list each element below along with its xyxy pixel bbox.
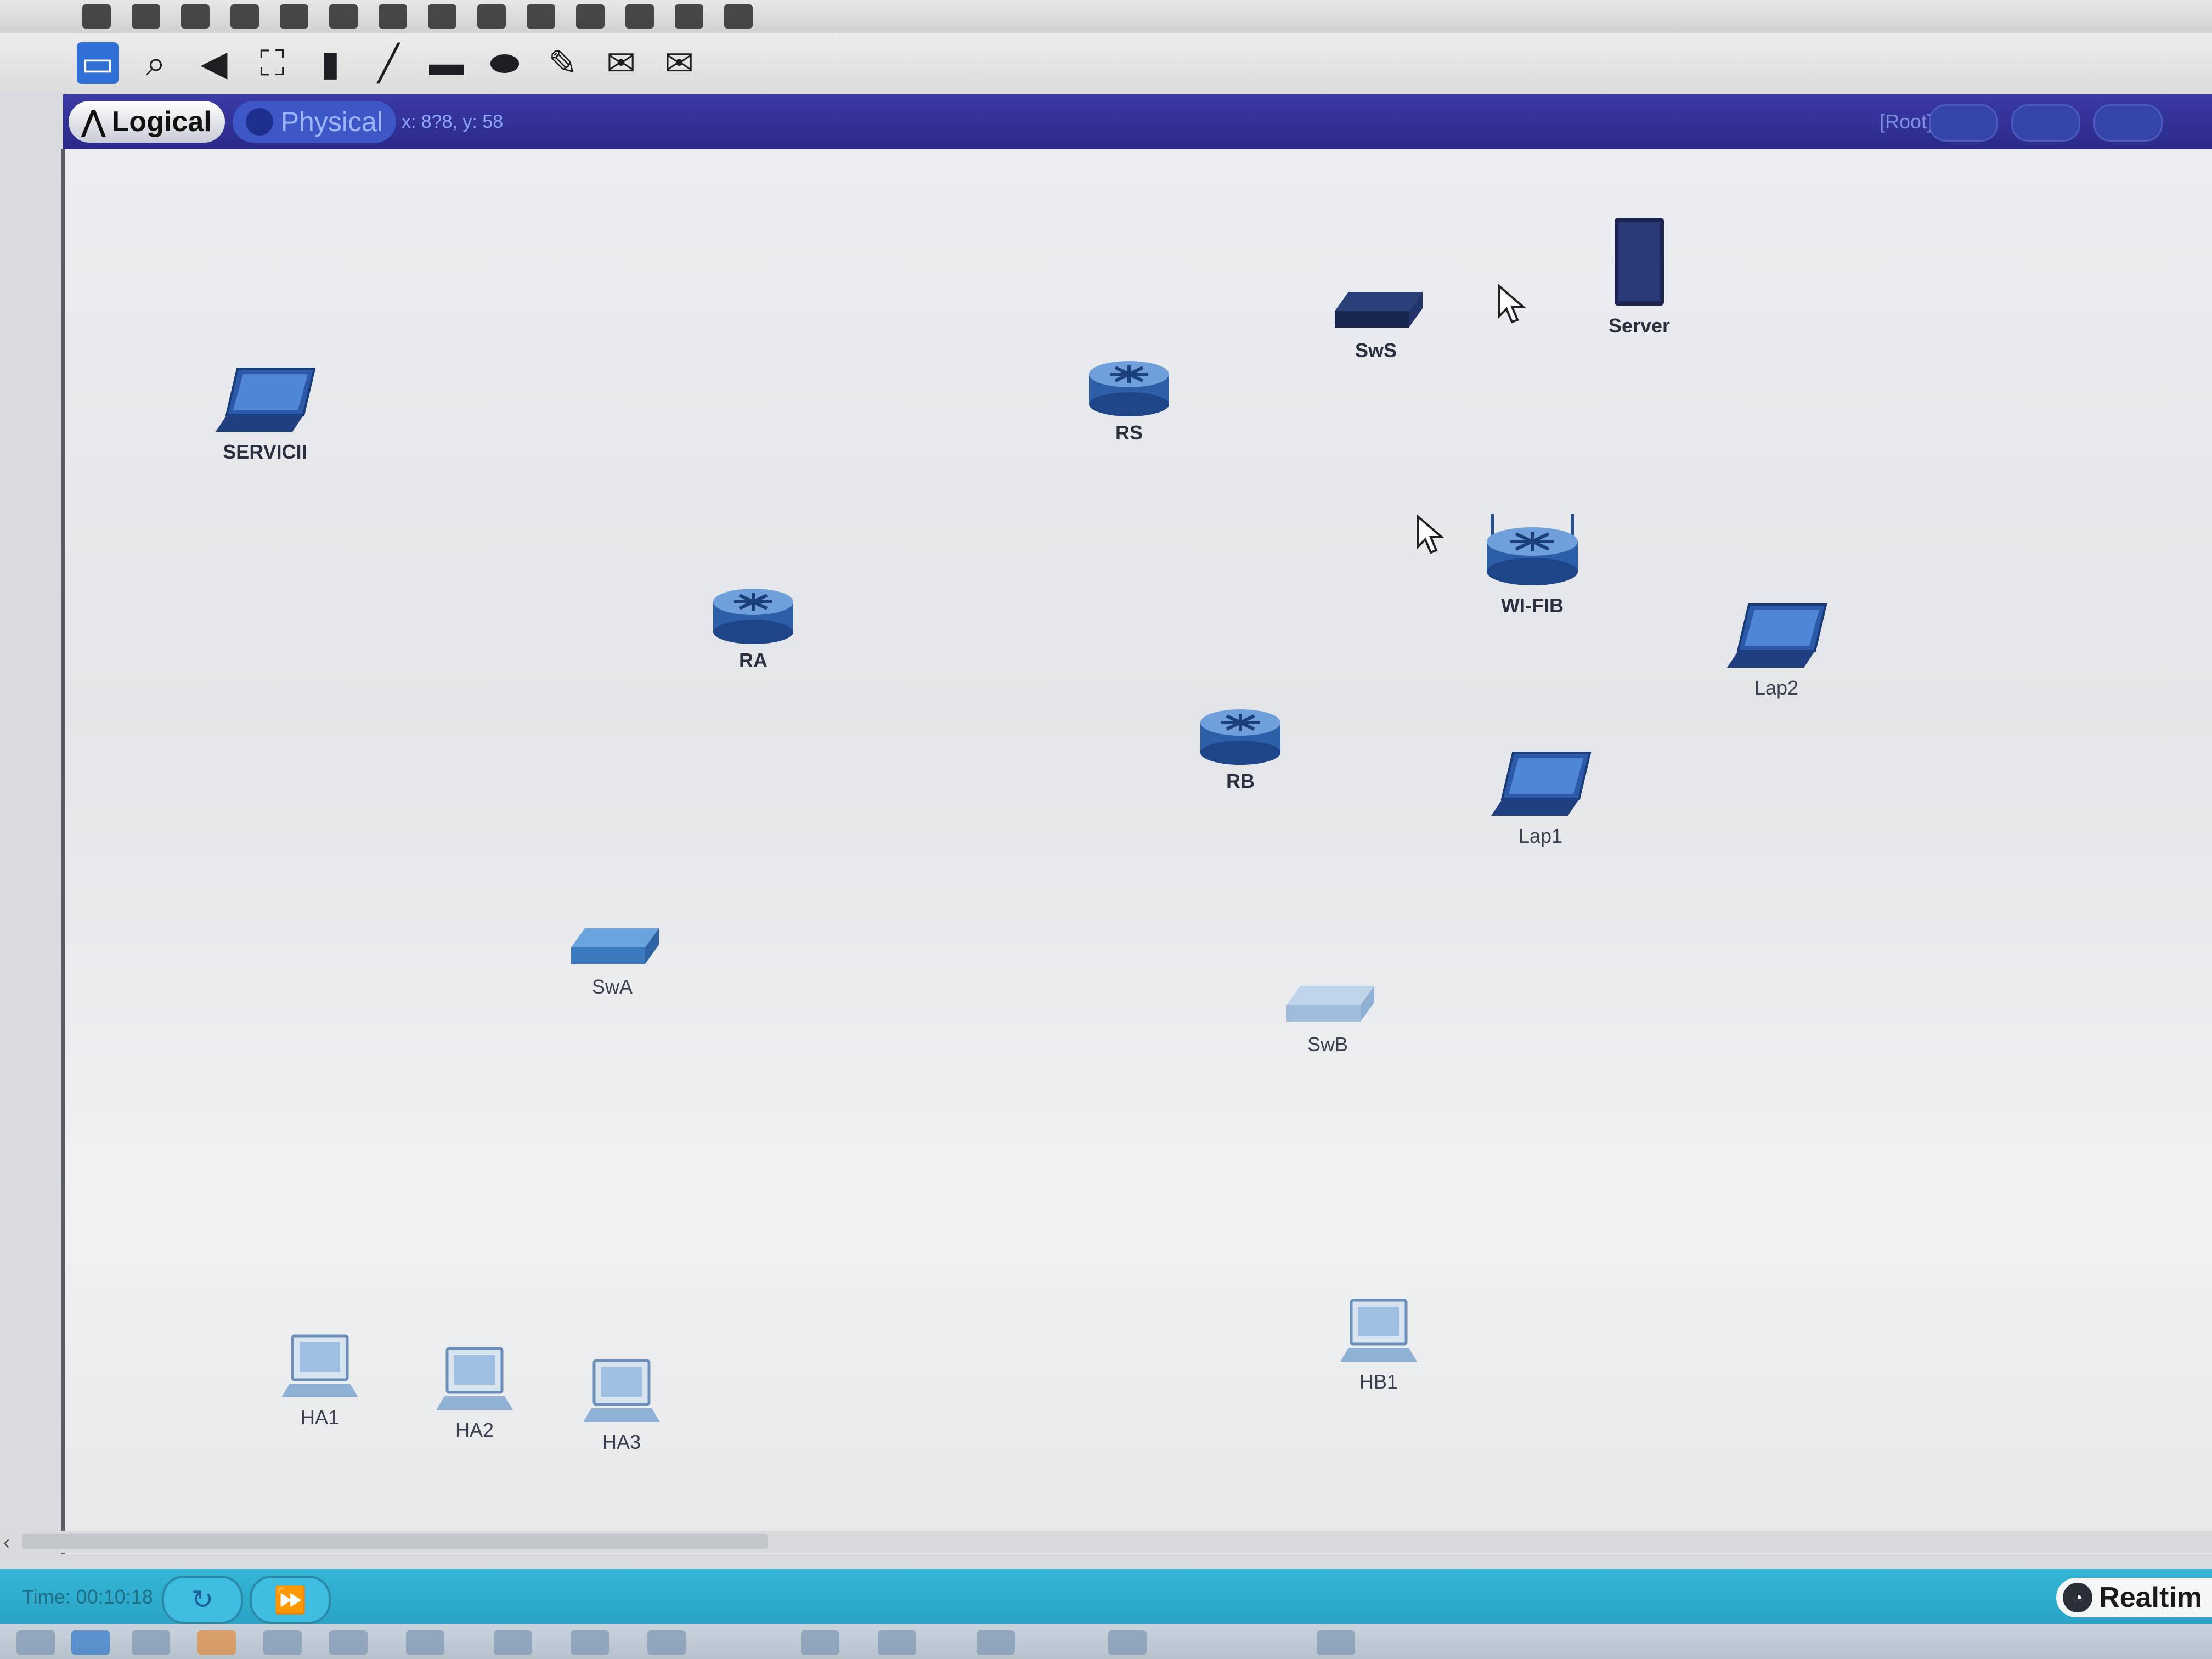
tab-physical[interactable]: Physical xyxy=(232,101,396,143)
copy-icon[interactable] xyxy=(329,4,358,29)
router-icon xyxy=(713,589,793,644)
custom-devices-icon[interactable] xyxy=(724,4,753,29)
redo-icon[interactable] xyxy=(477,4,506,29)
device-tablet-tray-icon[interactable] xyxy=(878,1630,916,1655)
network-devices-icon[interactable] xyxy=(16,1630,55,1655)
router-icon xyxy=(1089,361,1169,416)
device-pc-tray-icon[interactable] xyxy=(406,1630,444,1655)
resize-shape-icon[interactable]: ⛶ xyxy=(251,42,293,84)
freeform-icon[interactable]: ✎ xyxy=(542,42,584,84)
place-note-icon[interactable]: ▮ xyxy=(309,42,351,84)
router-icon xyxy=(1200,709,1280,765)
switch-icon xyxy=(1286,986,1374,1022)
device-switch-swb[interactable]: SwB xyxy=(1278,975,1377,1056)
laptop-icon xyxy=(216,368,316,432)
paste-icon[interactable] xyxy=(379,4,407,29)
edit-toolbar: ▭ ⌕ ◀ ⛶ ▮ ╱ ▬ ⬬ ✎ ✉ ✉ xyxy=(0,33,2212,93)
wireless-router-icon xyxy=(1487,514,1578,585)
fast-forward-time-button[interactable]: ⏩ xyxy=(250,1576,331,1624)
add-simple-pdu-icon[interactable]: ✉ xyxy=(600,42,642,84)
switch-icon xyxy=(1335,292,1423,328)
zoom-out-icon[interactable] xyxy=(625,4,654,29)
device-server-tray-icon[interactable] xyxy=(571,1630,609,1655)
device-laptop-servici[interactable]: SERVICII xyxy=(210,366,320,464)
delete-tool-icon[interactable]: ◀ xyxy=(193,42,235,84)
open-file-icon[interactable] xyxy=(132,4,160,29)
root-breadcrumb[interactable]: [Root] xyxy=(1880,110,1932,133)
device-server[interactable]: Server xyxy=(1606,212,1672,337)
power-cycle-devices-button[interactable]: ↻ xyxy=(162,1576,243,1624)
save-icon[interactable] xyxy=(181,4,210,29)
zoom-reset-icon[interactable] xyxy=(576,4,605,29)
fast-forward-icon: ⏩ xyxy=(274,1585,307,1615)
connections-icon[interactable] xyxy=(198,1630,236,1655)
undo-icon[interactable] xyxy=(428,4,456,29)
set-tiled-background-button[interactable] xyxy=(2094,104,2163,142)
physical-icon xyxy=(245,108,273,136)
workspace-view-bar: ⋀ Logical Physical x: 8?8, y: 58 [Root] xyxy=(63,94,2212,149)
device-laptop-lap1[interactable]: Lap1 xyxy=(1486,750,1595,848)
logical-workspace-canvas[interactable]: SERVICII RS SwS Server WI-FIB RA Lap2 RB… xyxy=(61,149,2212,1554)
switch-icon xyxy=(571,928,659,964)
device-sniffer-tray-icon[interactable] xyxy=(1317,1630,1355,1655)
inspect-tool-icon[interactable]: ⌕ xyxy=(135,42,177,84)
device-pc-ha3[interactable]: HA3 xyxy=(580,1356,663,1454)
device-wireless-router-wifib[interactable]: WI-FIB xyxy=(1480,509,1584,617)
device-router-rb[interactable]: RB xyxy=(1194,706,1287,793)
refresh-icon: ↻ xyxy=(191,1585,214,1615)
device-tv-tray-icon[interactable] xyxy=(977,1630,1015,1655)
pc-icon xyxy=(583,1359,660,1422)
device-router-ra[interactable]: RA xyxy=(707,585,800,672)
device-pc-hb1[interactable]: HB1 xyxy=(1338,1296,1420,1393)
realtime-mode-toggle[interactable]: ◔ Realtim xyxy=(2056,1578,2212,1617)
tab-logical[interactable]: ⋀ Logical xyxy=(69,101,225,143)
horizontal-scrollbar[interactable]: ‹ xyxy=(0,1531,2212,1553)
activity-wizard-icon[interactable] xyxy=(280,4,308,29)
add-complex-pdu-icon[interactable]: ✉ xyxy=(658,42,700,84)
simulation-status-bar: Time: 00:10:18 ↻ ⏩ ◔ Realtim xyxy=(0,1569,2212,1624)
device-laptop-tray-icon[interactable] xyxy=(494,1630,532,1655)
laptop-icon xyxy=(1727,603,1827,668)
multiuser-icon[interactable] xyxy=(329,1630,368,1655)
main-toolbar xyxy=(0,0,2212,33)
server-icon xyxy=(1615,218,1664,306)
scroll-left-icon[interactable]: ‹ xyxy=(3,1531,10,1554)
mouse-pointer-icon xyxy=(1417,514,1445,554)
device-phone-tray-icon[interactable] xyxy=(801,1630,839,1655)
device-pc-ha1[interactable]: HA1 xyxy=(279,1331,361,1429)
packet-tracer-window: ▭ ⌕ ◀ ⛶ ▮ ╱ ▬ ⬬ ✎ ✉ ✉ ⋀ Logical Physical… xyxy=(0,0,2212,1659)
device-switch-sws[interactable]: SwS xyxy=(1327,281,1425,362)
components-icon[interactable] xyxy=(132,1630,170,1655)
device-laptop-lap2[interactable]: Lap2 xyxy=(1722,602,1831,699)
device-pc-ha2[interactable]: HA2 xyxy=(433,1344,516,1442)
draw-ellipse-icon[interactable]: ⬬ xyxy=(484,42,526,84)
print-icon[interactable] xyxy=(230,4,259,29)
device-router-rs[interactable]: RS xyxy=(1082,358,1176,444)
draw-line-icon[interactable]: ╱ xyxy=(368,42,409,84)
select-tool-icon[interactable]: ▭ xyxy=(77,42,119,84)
cursor-coordinates: x: 8?8, y: 58 xyxy=(401,111,504,132)
drawing-palette-icon[interactable] xyxy=(675,4,703,29)
logical-icon: ⋀ xyxy=(82,106,105,138)
laptop-icon xyxy=(1491,752,1592,816)
pc-icon xyxy=(281,1334,358,1397)
device-switch-swa[interactable]: SwA xyxy=(563,917,662,998)
new-file-icon[interactable] xyxy=(82,4,111,29)
move-object-button[interactable] xyxy=(2011,104,2080,142)
pc-icon xyxy=(1340,1299,1417,1362)
end-devices-icon[interactable] xyxy=(71,1630,110,1655)
zoom-in-icon[interactable] xyxy=(527,4,555,29)
device-printer-tray-icon[interactable] xyxy=(647,1630,686,1655)
misc-icon[interactable] xyxy=(263,1630,302,1655)
device-wireless-tray-icon[interactable] xyxy=(1108,1630,1147,1655)
clock-icon: ◔ xyxy=(2063,1583,2093,1612)
simulation-time: Time: 00:10:18 xyxy=(22,1585,153,1608)
draw-rectangle-icon[interactable]: ▬ xyxy=(426,42,467,84)
scrollbar-thumb[interactable] xyxy=(22,1534,768,1549)
device-type-tray xyxy=(0,1624,2212,1659)
new-cluster-button[interactable] xyxy=(1929,104,1998,142)
pc-icon xyxy=(436,1347,513,1410)
mouse-pointer-icon xyxy=(1498,284,1526,324)
